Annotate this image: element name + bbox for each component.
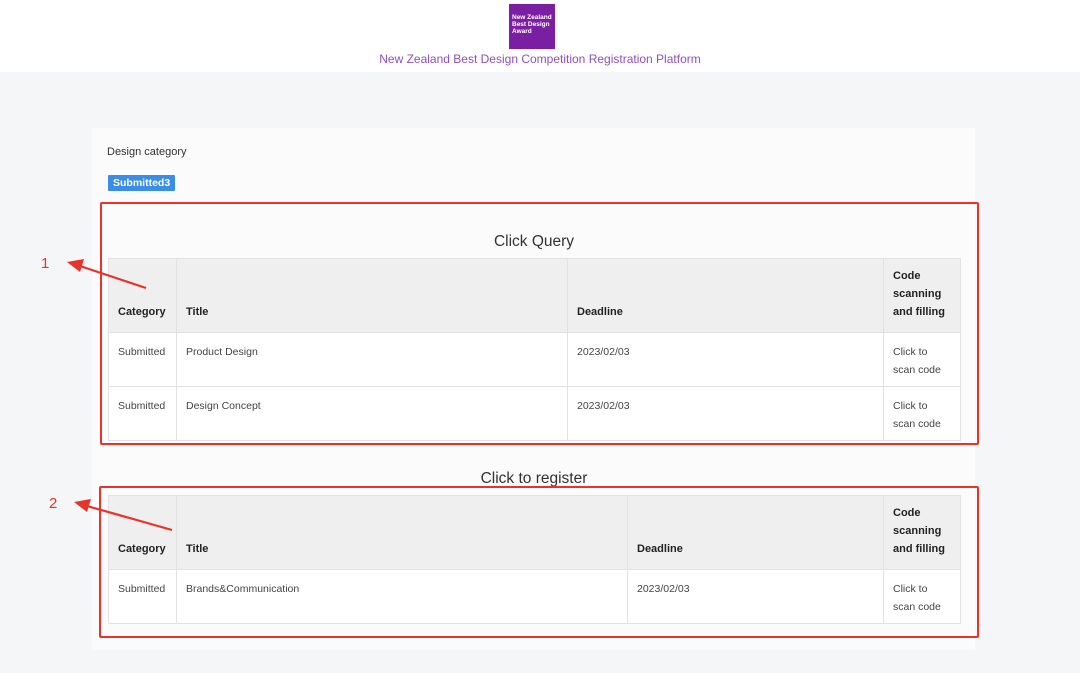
column-header-deadline: Deadline bbox=[567, 258, 884, 333]
entry-title-link[interactable]: Design Concept bbox=[176, 386, 568, 441]
query-table: Category Title Deadline Code scanning an… bbox=[108, 258, 961, 441]
table-header-row: Category Title Deadline Code scanning an… bbox=[108, 258, 961, 333]
table-row: Submitted Brands&Communication 2023/02/0… bbox=[108, 569, 961, 624]
logo-line: New Zealand bbox=[512, 14, 552, 21]
deadline-value: 2023/02/03 bbox=[567, 386, 884, 441]
scan-code-link[interactable]: Click to scan code bbox=[883, 569, 961, 624]
logo-line: Award bbox=[512, 28, 532, 35]
click-query-heading[interactable]: Click Query bbox=[108, 233, 960, 251]
column-header-category: Category bbox=[108, 495, 177, 570]
entry-title-link[interactable]: Product Design bbox=[176, 332, 568, 387]
column-header-title: Title bbox=[176, 495, 628, 570]
category-status: Submitted bbox=[108, 332, 177, 387]
column-header-deadline: Deadline bbox=[627, 495, 884, 570]
platform-title: New Zealand Best Design Competition Regi… bbox=[379, 52, 701, 66]
category-status: Submitted bbox=[108, 569, 177, 624]
top-header: New Zealand Best Design Award New Zealan… bbox=[0, 0, 1080, 72]
deadline-value: 2023/02/03 bbox=[627, 569, 884, 624]
click-to-register-heading[interactable]: Click to register bbox=[108, 470, 960, 488]
column-header-code-scanning: Code scanning and filling bbox=[883, 258, 961, 333]
register-table: Category Title Deadline Code scanning an… bbox=[108, 495, 961, 624]
annotation-number-2: 2 bbox=[49, 495, 58, 512]
column-header-code-scanning: Code scanning and filling bbox=[883, 495, 961, 570]
table-header-row: Category Title Deadline Code scanning an… bbox=[108, 495, 961, 570]
submitted-count-badge: Submitted3 bbox=[108, 175, 176, 191]
deadline-value: 2023/02/03 bbox=[567, 332, 884, 387]
scan-code-link[interactable]: Click to scan code bbox=[883, 386, 961, 441]
annotation-number-1: 1 bbox=[41, 255, 50, 272]
column-header-category: Category bbox=[108, 258, 177, 333]
table-row: Submitted Design Concept 2023/02/03 Clic… bbox=[108, 386, 961, 441]
scan-code-link[interactable]: Click to scan code bbox=[883, 332, 961, 387]
category-status: Submitted bbox=[108, 386, 177, 441]
logo-line: Best Design bbox=[512, 21, 550, 28]
column-header-title: Title bbox=[176, 258, 568, 333]
design-category-label: Design category bbox=[107, 146, 187, 158]
entry-title-link[interactable]: Brands&Communication bbox=[176, 569, 628, 624]
award-logo[interactable]: New Zealand Best Design Award bbox=[509, 4, 555, 49]
table-row: Submitted Product Design 2023/02/03 Clic… bbox=[108, 332, 961, 387]
